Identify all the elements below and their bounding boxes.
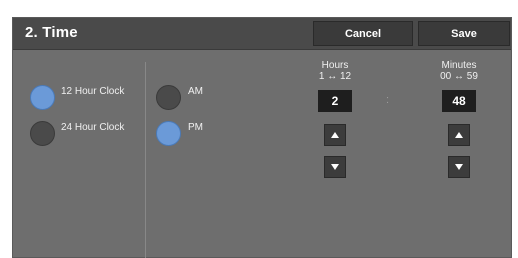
hours-value-field[interactable]: 2	[318, 90, 352, 112]
cancel-button[interactable]: Cancel	[313, 21, 413, 46]
minutes-value-field[interactable]: 48	[442, 90, 476, 112]
triangle-up-icon	[455, 132, 463, 138]
hours-increment-button[interactable]	[324, 124, 346, 146]
radio-label-24-hour-clock: 24 Hour Clock	[61, 122, 125, 133]
radio-12-hour-clock[interactable]	[30, 85, 55, 110]
radio-label-pm: PM	[188, 122, 203, 133]
radio-label-12-hour-clock: 12 Hour Clock	[61, 86, 125, 97]
section-divider	[145, 62, 146, 258]
triangle-up-icon	[331, 132, 339, 138]
triangle-down-icon	[455, 164, 463, 170]
hours-label: Hours	[321, 60, 349, 71]
time-settings-panel: 2. Time Cancel Save 12 Hour Clock 24 Hou…	[12, 17, 512, 258]
radio-am[interactable]	[156, 85, 181, 110]
minutes-range: 00 ↔ 59	[440, 71, 478, 82]
time-separator: :	[386, 94, 390, 106]
radio-label-am: AM	[188, 86, 203, 97]
radio-24-hour-clock[interactable]	[30, 121, 55, 146]
triangle-down-icon	[331, 164, 339, 170]
minutes-increment-button[interactable]	[448, 124, 470, 146]
radio-pm[interactable]	[156, 121, 181, 146]
page-title: 2. Time	[25, 24, 78, 41]
save-button[interactable]: Save	[418, 21, 510, 46]
hours-range: 1 ↔ 12	[318, 71, 352, 82]
header-bar: 2. Time Cancel Save	[13, 18, 511, 50]
minutes-decrement-button[interactable]	[448, 156, 470, 178]
hours-decrement-button[interactable]	[324, 156, 346, 178]
minutes-label: Minutes	[441, 60, 477, 71]
